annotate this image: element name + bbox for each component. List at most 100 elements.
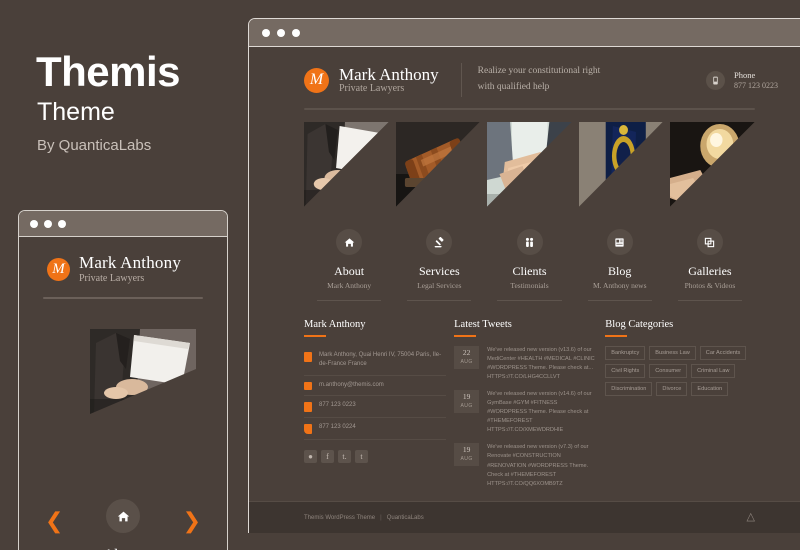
nav-item-about[interactable]: About Mark Anthony [304,229,394,301]
nav-icon-circle [606,229,633,255]
chevron-up-icon[interactable]: △ [747,512,755,523]
brand-logo-icon: M [304,67,329,93]
title-underline [304,335,326,337]
category-tag[interactable]: Car Accidents [699,346,747,360]
diagonal-mask [578,122,664,207]
nav-label: Clients [512,264,547,278]
tweet-item[interactable]: 19 AUG We've released new version (v14.6… [454,390,596,435]
window-dot-close[interactable] [30,219,38,228]
site-header: M Mark Anthony Private Lawyers Realize y… [249,47,800,97]
nav-item-blog[interactable]: Blog M. Anthony news [575,229,665,301]
category-tag[interactable]: Education [691,382,729,396]
contact-row-address: Mark Anthony, Quai Henri IV, 75004 Paris… [304,346,447,376]
category-tag[interactable]: Consumer [649,364,688,378]
window-dot-close[interactable] [262,28,270,37]
tweet-month: AUG [460,455,473,462]
brand-tagline: Private Lawyers [79,272,145,284]
tweet-item[interactable]: 22 AUG We've released new version (v13.6… [454,346,596,382]
nav-underline [497,300,562,301]
people-icon [525,237,534,247]
main-browser-window: M Mark Anthony Private Lawyers Realize y… [248,18,800,533]
category-tag[interactable]: Business Law [649,346,696,360]
address-icon [304,352,312,362]
phone-icon [304,401,312,412]
tweets-column: Latest Tweets 22 AUG We've released new … [454,319,596,497]
main-window-chrome [249,19,800,47]
footer-theme-name: Themis WordPress Theme [304,514,376,521]
screenshot-stage: Themis Theme By QuanticaLabs M Mark Anth… [0,0,800,550]
chevron-left-icon[interactable]: ❮ [45,511,63,533]
gallery-item-handshake[interactable] [487,122,572,207]
nav-icon-circle [516,229,543,255]
gallery-item-signing[interactable] [304,122,389,207]
contact-value: 877 123 0223 [734,81,778,91]
chevron-right-icon[interactable]: ❯ [183,511,201,533]
category-tag[interactable]: Criminal Law [691,364,736,378]
author-byline: By QuanticaLabs [37,137,152,154]
category-tag-list: Bankruptcy Business Law Car Accidents Ci… [605,346,755,396]
nav-item-galleries[interactable]: Galleries Photos & Videos [665,229,755,301]
promo-panel: Themis Theme By QuanticaLabs M Mark Anth… [0,0,248,550]
footer-author[interactable]: QuanticaLabs [387,515,424,521]
nav-sublabel: Testimonials [510,281,549,290]
window-dot-minimize[interactable] [277,28,285,37]
slogan-line-1: Realize your constitutional right [477,66,601,77]
tweet-date: 19 AUG [454,390,480,414]
gallery-item-gavel[interactable] [395,122,481,207]
contact-column: Mark Anthony Mark Anthony, Quai Henri IV… [304,319,447,497]
tweet-date: 19 AUG [454,443,480,467]
news-icon [615,237,624,247]
site-content: M Mark Anthony Private Lawyers Realize y… [249,47,800,533]
contact-title: Phone [734,69,756,80]
twitter-icon[interactable]: t [355,449,368,463]
category-tag[interactable]: Discrimination [605,382,653,396]
preview-nav-home-button[interactable] [106,499,140,533]
diagonal-mask [395,122,481,207]
column-title: Mark Anthony [304,319,366,330]
diagonal-mask [487,122,572,207]
category-tag[interactable]: Civil Rights [605,364,646,378]
window-dot-minimize[interactable] [44,219,52,228]
gallery-item-emblem[interactable]: PC [578,122,664,207]
column-title: Blog Categories [605,319,674,330]
contact-text: Mark Anthony, Quai Henri IV, 75004 Paris… [319,352,442,368]
tweet-item[interactable]: 19 AUG We've released new version (v7.3)… [454,443,596,488]
nav-label: Blog [608,264,632,278]
column-title: Latest Tweets [454,319,512,330]
nav-item-services[interactable]: Services Legal Services [394,229,484,301]
nav-label: About [334,264,365,278]
tweet-month: AUG [460,358,473,365]
page-title: Themis [36,48,181,95]
title-underline [454,335,477,337]
contact-row-email[interactable]: m.anthony@themis.com [304,376,447,396]
category-tag[interactable]: Bankruptcy [605,346,646,360]
nav-sublabel: M. Anthony news [592,281,647,290]
window-dot-maximize[interactable] [292,28,300,37]
nav-item-clients[interactable]: Clients Testimonials [484,229,574,301]
nav-icon-circle [336,229,363,255]
brand-name: Mark Anthony [79,253,182,272]
category-tag[interactable]: Divorce [656,382,688,396]
home-icon [344,237,354,247]
header-contact[interactable]: Phone 877 123 0223 [706,70,778,90]
preview-brand[interactable]: M Mark Anthony Private Lawyers [19,237,227,285]
site-brand[interactable]: M Mark Anthony Private Lawyers [304,65,439,94]
gallery-item-lightbulb[interactable] [670,122,755,207]
slogan-line-2: with qualified help [477,82,550,92]
tweet-text: We've released new version (v14.6) of ou… [487,391,592,434]
facebook-icon[interactable]: f [321,449,334,463]
mail-icon [304,381,312,390]
nav-icon-circle [426,229,453,255]
site-footer: Themis WordPress Theme | QuanticaLabs △ [249,501,800,533]
window-dot-maximize[interactable] [58,219,66,228]
page-subtitle: Theme [37,98,115,126]
gavel-icon [434,236,444,247]
nav-label: Services [418,264,460,278]
diagonal-mask [670,122,755,207]
contact-row-phone: 877 123 0223 [304,396,447,418]
footer-separator: | [380,514,382,521]
tweet-day: 19 [462,392,471,402]
dribbble-icon[interactable]: ● [304,449,317,463]
nav-underline [587,300,652,301]
tumblr-icon[interactable]: t. [338,449,351,463]
